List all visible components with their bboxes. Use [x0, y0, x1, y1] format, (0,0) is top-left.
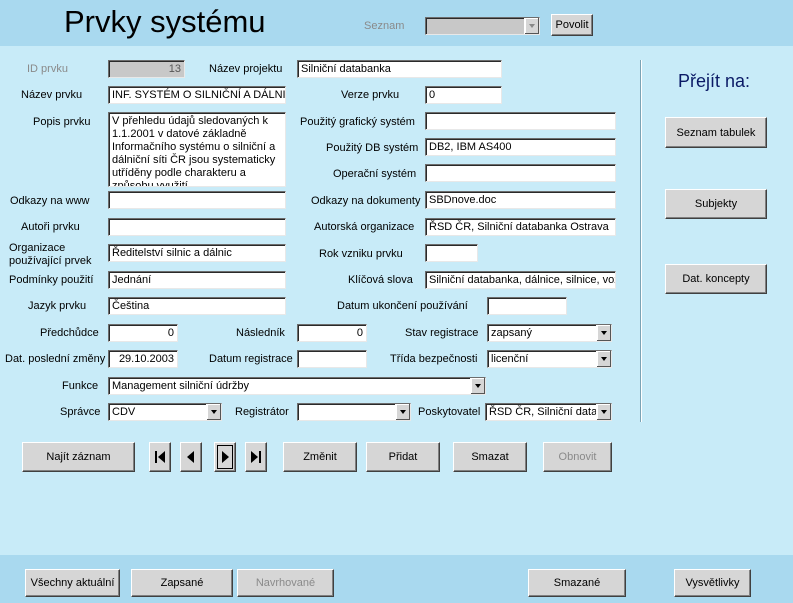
naslednik-field[interactable]: 0 [297, 324, 367, 342]
smazat-button[interactable]: Smazat [453, 442, 527, 472]
chevron-down-icon[interactable] [596, 351, 611, 367]
dat-posl-zmeny-label: Dat. poslední změny [5, 353, 106, 365]
aut-org-label: Autorská organizace [314, 221, 415, 233]
chevron-down-icon[interactable] [470, 378, 485, 394]
funkce-label: Funkce [62, 380, 99, 392]
odkazy-dok-field[interactable]: SBDnove.doc [425, 191, 616, 209]
rok-vzniku-label: Rok vzniku prvku [319, 248, 403, 260]
nazev-prvku-label: Název prvku [21, 89, 83, 101]
jazyk-field[interactable]: Čeština [108, 297, 286, 315]
seznam-tabulek-button[interactable]: Seznam tabulek [665, 117, 767, 148]
op-system-label: Operační systém [333, 168, 417, 180]
popis-prvku-label: Popis prvku [33, 116, 91, 128]
popis-prvku-textarea[interactable]: V přehledu údajů sledovaných k 1.1.2001 … [108, 112, 286, 187]
registrator-select[interactable] [297, 403, 411, 421]
db-system-label: Použitý DB systém [326, 142, 419, 154]
chevron-down-icon[interactable] [395, 404, 410, 420]
zapsane-button[interactable]: Zapsané [131, 569, 233, 597]
nazev-projektu-label: Název projektu [209, 63, 283, 75]
last-record-button[interactable] [245, 442, 267, 472]
povolit-button[interactable]: Povolit [551, 14, 593, 36]
goto-heading: Přejít na: [678, 71, 751, 91]
funkce-select[interactable]: Management silniční údržby [108, 377, 486, 395]
spravce-value: CDV [112, 406, 136, 418]
trida-bezp-select[interactable]: licenční [487, 350, 612, 368]
stav-reg-select[interactable]: zapsaný [487, 324, 612, 342]
stav-reg-value: zapsaný [491, 327, 532, 339]
poskytovatel-value: ŘSD ČR, Silniční data [489, 406, 598, 418]
first-record-button[interactable] [149, 442, 171, 472]
footer-bar: Všechny aktuální Zapsané Navrhované Smaz… [0, 555, 793, 603]
predchudce-label: Předchůdce [40, 327, 99, 339]
nazev-projektu-field[interactable]: Silniční databanka [297, 60, 502, 78]
stav-reg-label: Stav registrace [405, 327, 479, 339]
prev-record-button[interactable] [180, 442, 202, 472]
vsechny-aktualni-button[interactable]: Všechny aktuální [25, 569, 120, 597]
chevron-down-icon[interactable] [524, 18, 539, 34]
org-pouz-field[interactable]: Ředitelství silnic a dálnic [108, 244, 286, 262]
odkazy-www-label: Odkazy na www [10, 195, 90, 207]
op-system-field[interactable] [425, 164, 616, 182]
id-prvku-field: 13 [108, 60, 185, 78]
seznam-label: Seznam [364, 20, 405, 32]
prev-record-icon [187, 451, 194, 463]
klic-slova-label: Klíčová slova [348, 274, 413, 286]
verze-prvku-field[interactable]: 0 [425, 86, 502, 104]
trida-bezp-value: licenční [491, 353, 529, 365]
chevron-down-icon[interactable] [206, 404, 221, 420]
naslednik-label: Následník [236, 327, 285, 339]
spravce-label: Správce [60, 406, 101, 418]
header-bar: Prvky systému Seznam Povolit [0, 0, 793, 46]
next-record-button[interactable] [214, 442, 236, 472]
funkce-value: Management silniční údržby [112, 380, 249, 392]
dat-posl-zmeny-field[interactable]: 29.10.2003 [108, 350, 178, 368]
datum-ukonc-label: Datum ukončení používání [337, 300, 468, 312]
klic-slova-field[interactable]: Silniční databanka, dálnice, silnice, vo… [425, 271, 616, 289]
poskytovatel-select[interactable]: ŘSD ČR, Silniční data [485, 403, 612, 421]
podminky-label: Podmínky použití [9, 274, 94, 286]
vysvetlivky-button[interactable]: Vysvětlivky [674, 569, 751, 597]
page-title: Prvky systému [64, 4, 266, 39]
trida-bezp-label: Třída bezpečnosti [390, 353, 478, 365]
app-window: Prvky systému Seznam Povolit ID prvku 13… [0, 0, 793, 603]
datum-ukonc-field[interactable] [487, 297, 567, 315]
predchudce-field[interactable]: 0 [108, 324, 178, 342]
odkazy-dok-label: Odkazy na dokumenty [311, 195, 421, 207]
rok-vzniku-field[interactable] [425, 244, 478, 262]
chevron-down-icon[interactable] [596, 325, 611, 341]
seznam-select[interactable] [425, 17, 540, 35]
smazane-button[interactable]: Smazané [528, 569, 626, 597]
autori-field[interactable] [108, 218, 286, 236]
graf-system-field[interactable] [425, 112, 616, 130]
autori-label: Autoři prvku [21, 221, 80, 233]
zmenit-button[interactable]: Změnit [283, 442, 357, 472]
datum-reg-field[interactable] [297, 350, 367, 368]
jazyk-label: Jazyk prvku [28, 300, 87, 312]
org-pouz-label: Organizace používající prvek [9, 242, 92, 267]
next-record-icon [222, 451, 229, 463]
podminky-field[interactable]: Jednání [108, 271, 286, 289]
odkazy-www-field[interactable] [108, 191, 286, 209]
pridat-button[interactable]: Přidat [366, 442, 440, 472]
first-record-icon [155, 451, 165, 463]
registrator-label: Registrátor [235, 406, 289, 418]
verze-prvku-label: Verze prvku [341, 89, 400, 101]
db-system-field[interactable]: DB2, IBM AS400 [425, 138, 616, 156]
najit-zaznam-button[interactable]: Najít záznam [22, 442, 135, 472]
chevron-down-icon[interactable] [596, 404, 611, 420]
nazev-prvku-field[interactable]: INF. SYSTÉM O SILNIČNÍ A DÁLNIČ [108, 86, 286, 104]
aut-org-field[interactable]: ŘSD ČR, Silniční databanka Ostrava [425, 218, 616, 236]
graf-system-label: Použitý grafický systém [300, 116, 415, 128]
id-prvku-label: ID prvku [27, 63, 68, 75]
dat-koncepty-button[interactable]: Dat. koncepty [665, 264, 767, 294]
poskytovatel-label: Poskytovatel [418, 406, 481, 418]
panel-divider [640, 60, 642, 422]
navrhovane-button: Navrhované [237, 569, 334, 597]
obnovit-button: Obnovit [543, 442, 612, 472]
last-record-icon [251, 451, 261, 463]
spravce-select[interactable]: CDV [108, 403, 222, 421]
datum-reg-label: Datum registrace [209, 353, 293, 365]
subjekty-button[interactable]: Subjekty [665, 189, 767, 219]
